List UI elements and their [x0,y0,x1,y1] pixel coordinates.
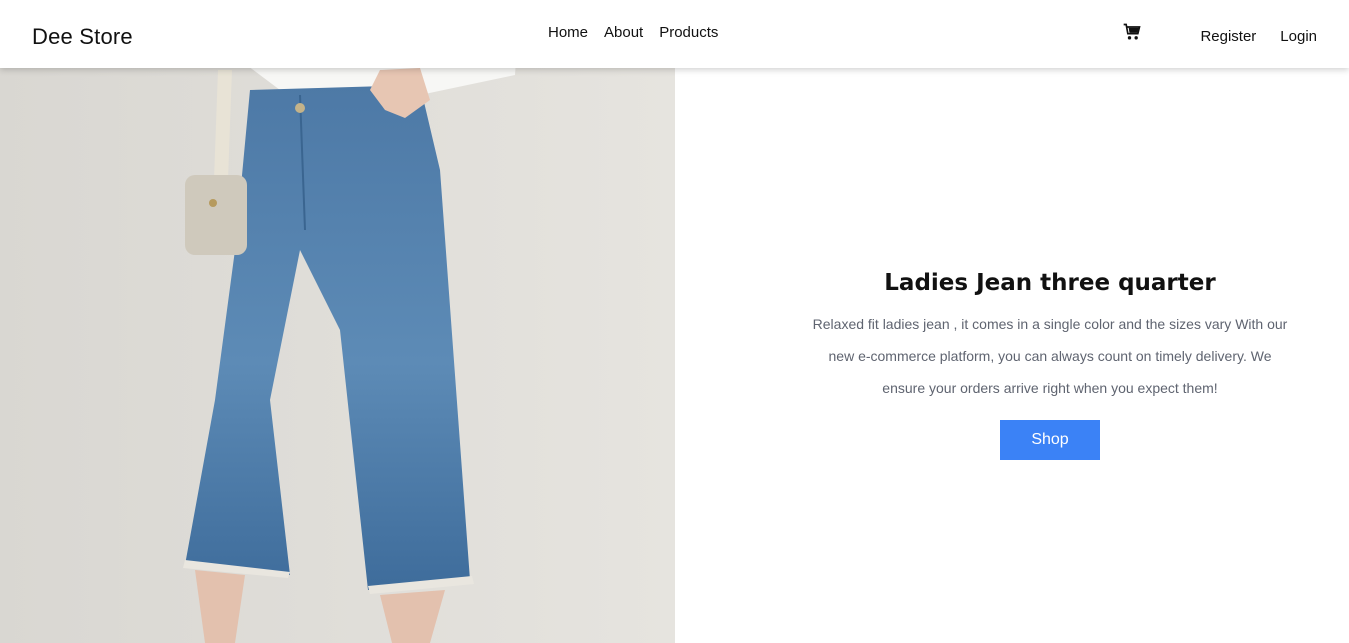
main-nav: Home About Products [548,24,718,41]
nav-actions: Register Login [1122,22,1317,45]
nav-home[interactable]: Home [548,24,588,41]
shop-button[interactable]: Shop [1000,420,1100,460]
login-link[interactable]: Login [1280,22,1317,45]
nav-products[interactable]: Products [659,24,718,41]
jeans-photo-illustration [0,0,675,643]
top-navbar: Dee Store Home About Products Register L… [0,0,1349,68]
register-link[interactable]: Register [1200,22,1256,45]
product-description: Relaxed fit ladies jean , it comes in a … [812,316,1288,396]
brand-logo[interactable]: Dee Store [32,24,133,50]
hero-content: Ladies Jean three quarter Relaxed fit la… [750,270,1349,460]
hero-image [0,0,675,643]
cart-icon[interactable] [1122,22,1142,42]
nav-about[interactable]: About [604,24,643,41]
product-title: Ladies Jean three quarter [884,270,1216,296]
